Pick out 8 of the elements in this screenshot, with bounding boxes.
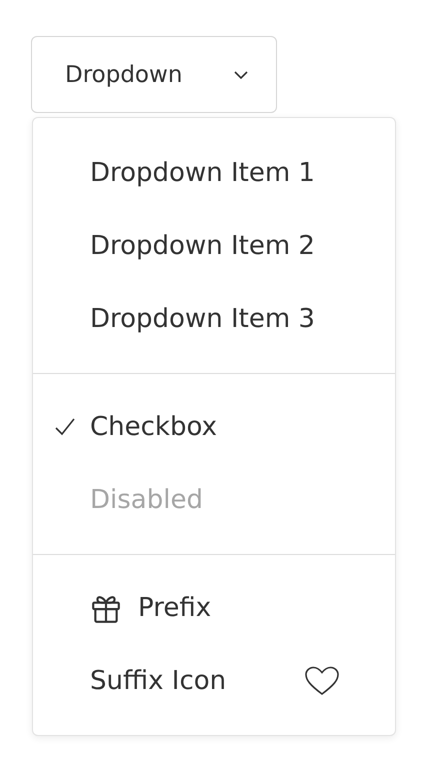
menu-item[interactable]: Dropdown Item 3 [33,282,395,355]
dropdown-button[interactable]: Dropdown [31,36,277,113]
menu-item[interactable]: Dropdown Item 1 [33,136,395,209]
menu-item[interactable]: Checkbox [33,390,395,463]
menu-item[interactable]: Suffix Icon [33,644,395,717]
menu-item[interactable]: Prefix [33,571,395,644]
menu-item[interactable]: Dropdown Item 2 [33,209,395,282]
heart-icon [305,666,339,696]
